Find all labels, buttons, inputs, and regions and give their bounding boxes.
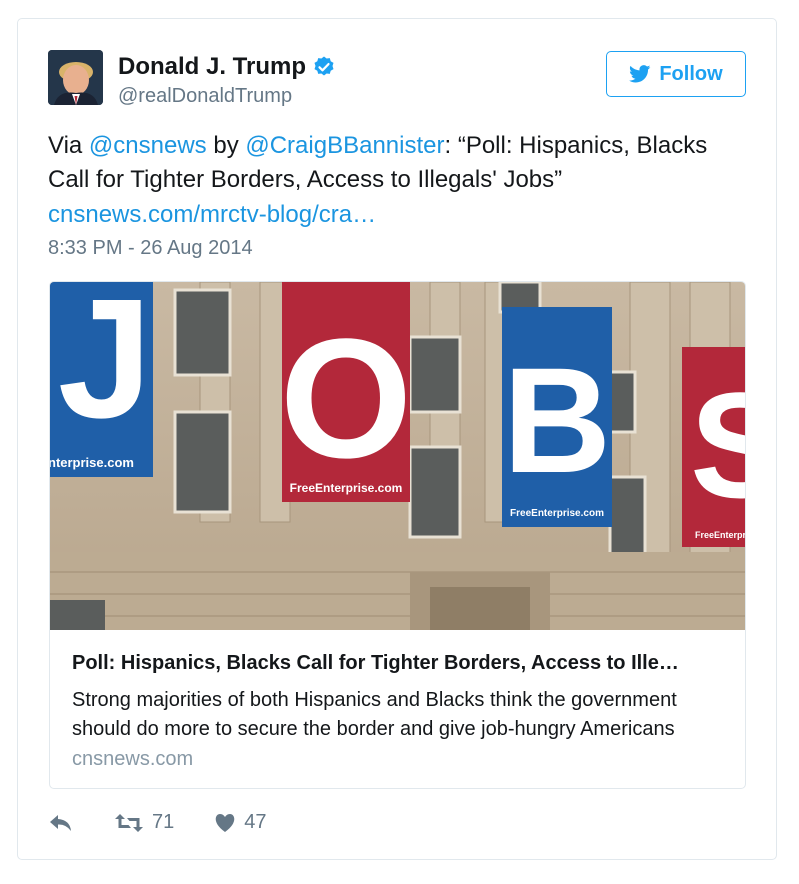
tweet-timestamp[interactable]: 8:33 PM - 26 Aug 2014 xyxy=(48,237,253,260)
verified-badge-icon xyxy=(312,55,336,79)
banner-caption-o: FreeEnterprise.com xyxy=(290,481,403,495)
link-preview-description: Strong majorities of both Hispanics and … xyxy=(72,689,677,740)
tweet-actions: 71 47 xyxy=(48,811,307,834)
twitter-bird-icon xyxy=(629,65,651,83)
reply-icon xyxy=(50,814,71,831)
mention-link-cnsnews[interactable]: @cnsnews xyxy=(89,132,207,159)
retweet-button[interactable]: 71 xyxy=(114,811,174,834)
follow-button-label: Follow xyxy=(659,62,723,85)
tweet-card: Donald J. Trump @realDonaldTrump Follow … xyxy=(17,18,777,860)
link-preview-card[interactable]: J nterprise.com O FreeEnterprise.com B F… xyxy=(49,281,746,789)
banner-caption-b: FreeEnterprise.com xyxy=(510,508,604,519)
tweet-text-prefix: Via xyxy=(48,132,89,159)
banner-letter-s: S xyxy=(690,361,746,529)
author-name[interactable]: Donald J. Trump xyxy=(118,53,306,81)
follow-button[interactable]: Follow xyxy=(606,51,746,97)
avatar[interactable] xyxy=(48,50,103,105)
tweet-url-link[interactable]: cnsnews.com/mrctv-blog/cra… xyxy=(48,201,376,229)
retweet-icon xyxy=(115,813,143,832)
retweet-count: 71 xyxy=(152,811,175,833)
link-preview-image[interactable]: J nterprise.com O FreeEnterprise.com B F… xyxy=(50,282,746,630)
banner-letter-j: J xyxy=(58,282,153,454)
author-handle[interactable]: @realDonaldTrump xyxy=(118,85,292,108)
link-preview-domain: cnsnews.com xyxy=(72,748,194,770)
author-name-row[interactable]: Donald J. Trump xyxy=(118,53,336,81)
tweet-text-middle: by xyxy=(206,132,246,159)
heart-icon xyxy=(215,813,235,832)
mention-link-craigbbannister[interactable]: @CraigBBannister xyxy=(245,132,444,159)
link-preview-title[interactable]: Poll: Hispanics, Blacks Call for Tighter… xyxy=(72,652,732,675)
like-button[interactable]: 47 xyxy=(214,811,267,834)
banner-caption-partial: nterprise.com xyxy=(50,455,134,470)
banner-letter-o: O xyxy=(280,304,412,494)
avatar-image xyxy=(48,50,103,105)
like-count: 47 xyxy=(244,811,267,833)
banner-letter-b: B xyxy=(503,336,611,504)
tweet-text: Via @cnsnews by @CraigBBannister: “Poll:… xyxy=(48,129,748,197)
banner-caption-s: FreeEnterprise.com xyxy=(695,530,746,540)
reply-button[interactable] xyxy=(48,813,74,833)
